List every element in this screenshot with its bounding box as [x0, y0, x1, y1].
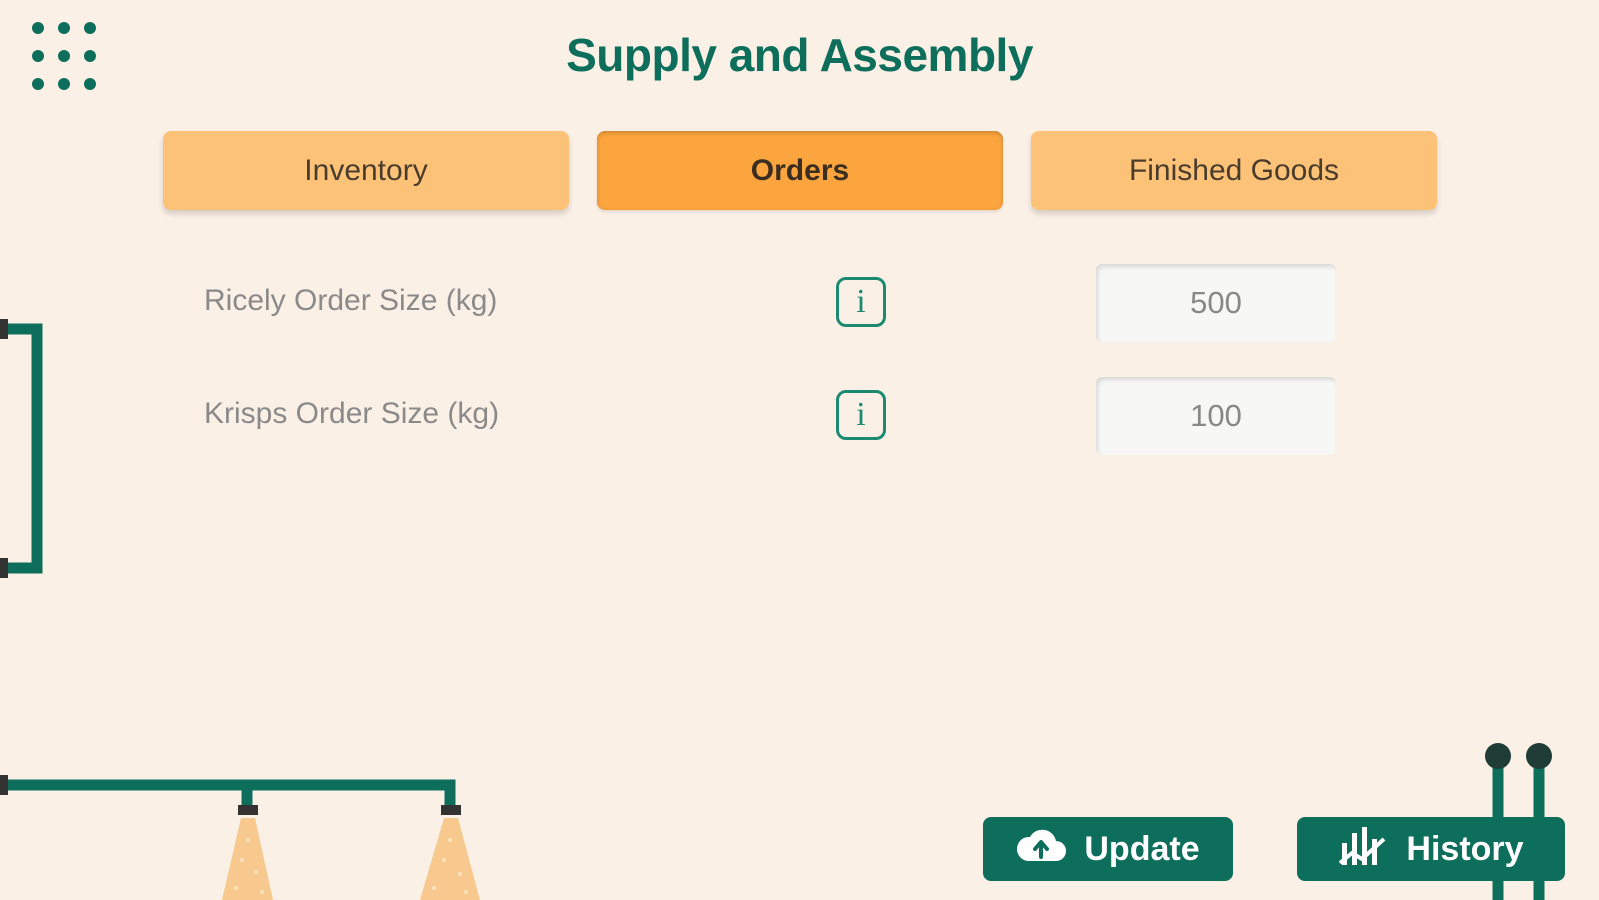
krisps-info-icon[interactable]: i: [836, 390, 886, 440]
ricely-info-icon[interactable]: i: [836, 277, 886, 327]
chart-icon: [1338, 823, 1388, 876]
tab-orders[interactable]: Orders: [597, 131, 1003, 210]
history-button[interactable]: History: [1297, 817, 1565, 881]
tab-finished-goods[interactable]: Finished Goods: [1031, 131, 1437, 210]
update-button[interactable]: Update: [983, 817, 1233, 881]
ricely-order-size-input[interactable]: [1096, 264, 1336, 342]
tab-inventory[interactable]: Inventory: [163, 131, 569, 210]
page-title: Supply and Assembly: [566, 29, 1033, 81]
ricely-order-size-label: Ricely Order Size (kg): [204, 284, 498, 317]
krisps-order-size-label: Krisps Order Size (kg): [204, 397, 500, 430]
krisps-order-size-input[interactable]: [1096, 377, 1336, 455]
update-label: Update: [1084, 829, 1200, 868]
history-label: History: [1406, 829, 1524, 868]
cloud-upload-icon: [1016, 827, 1067, 872]
